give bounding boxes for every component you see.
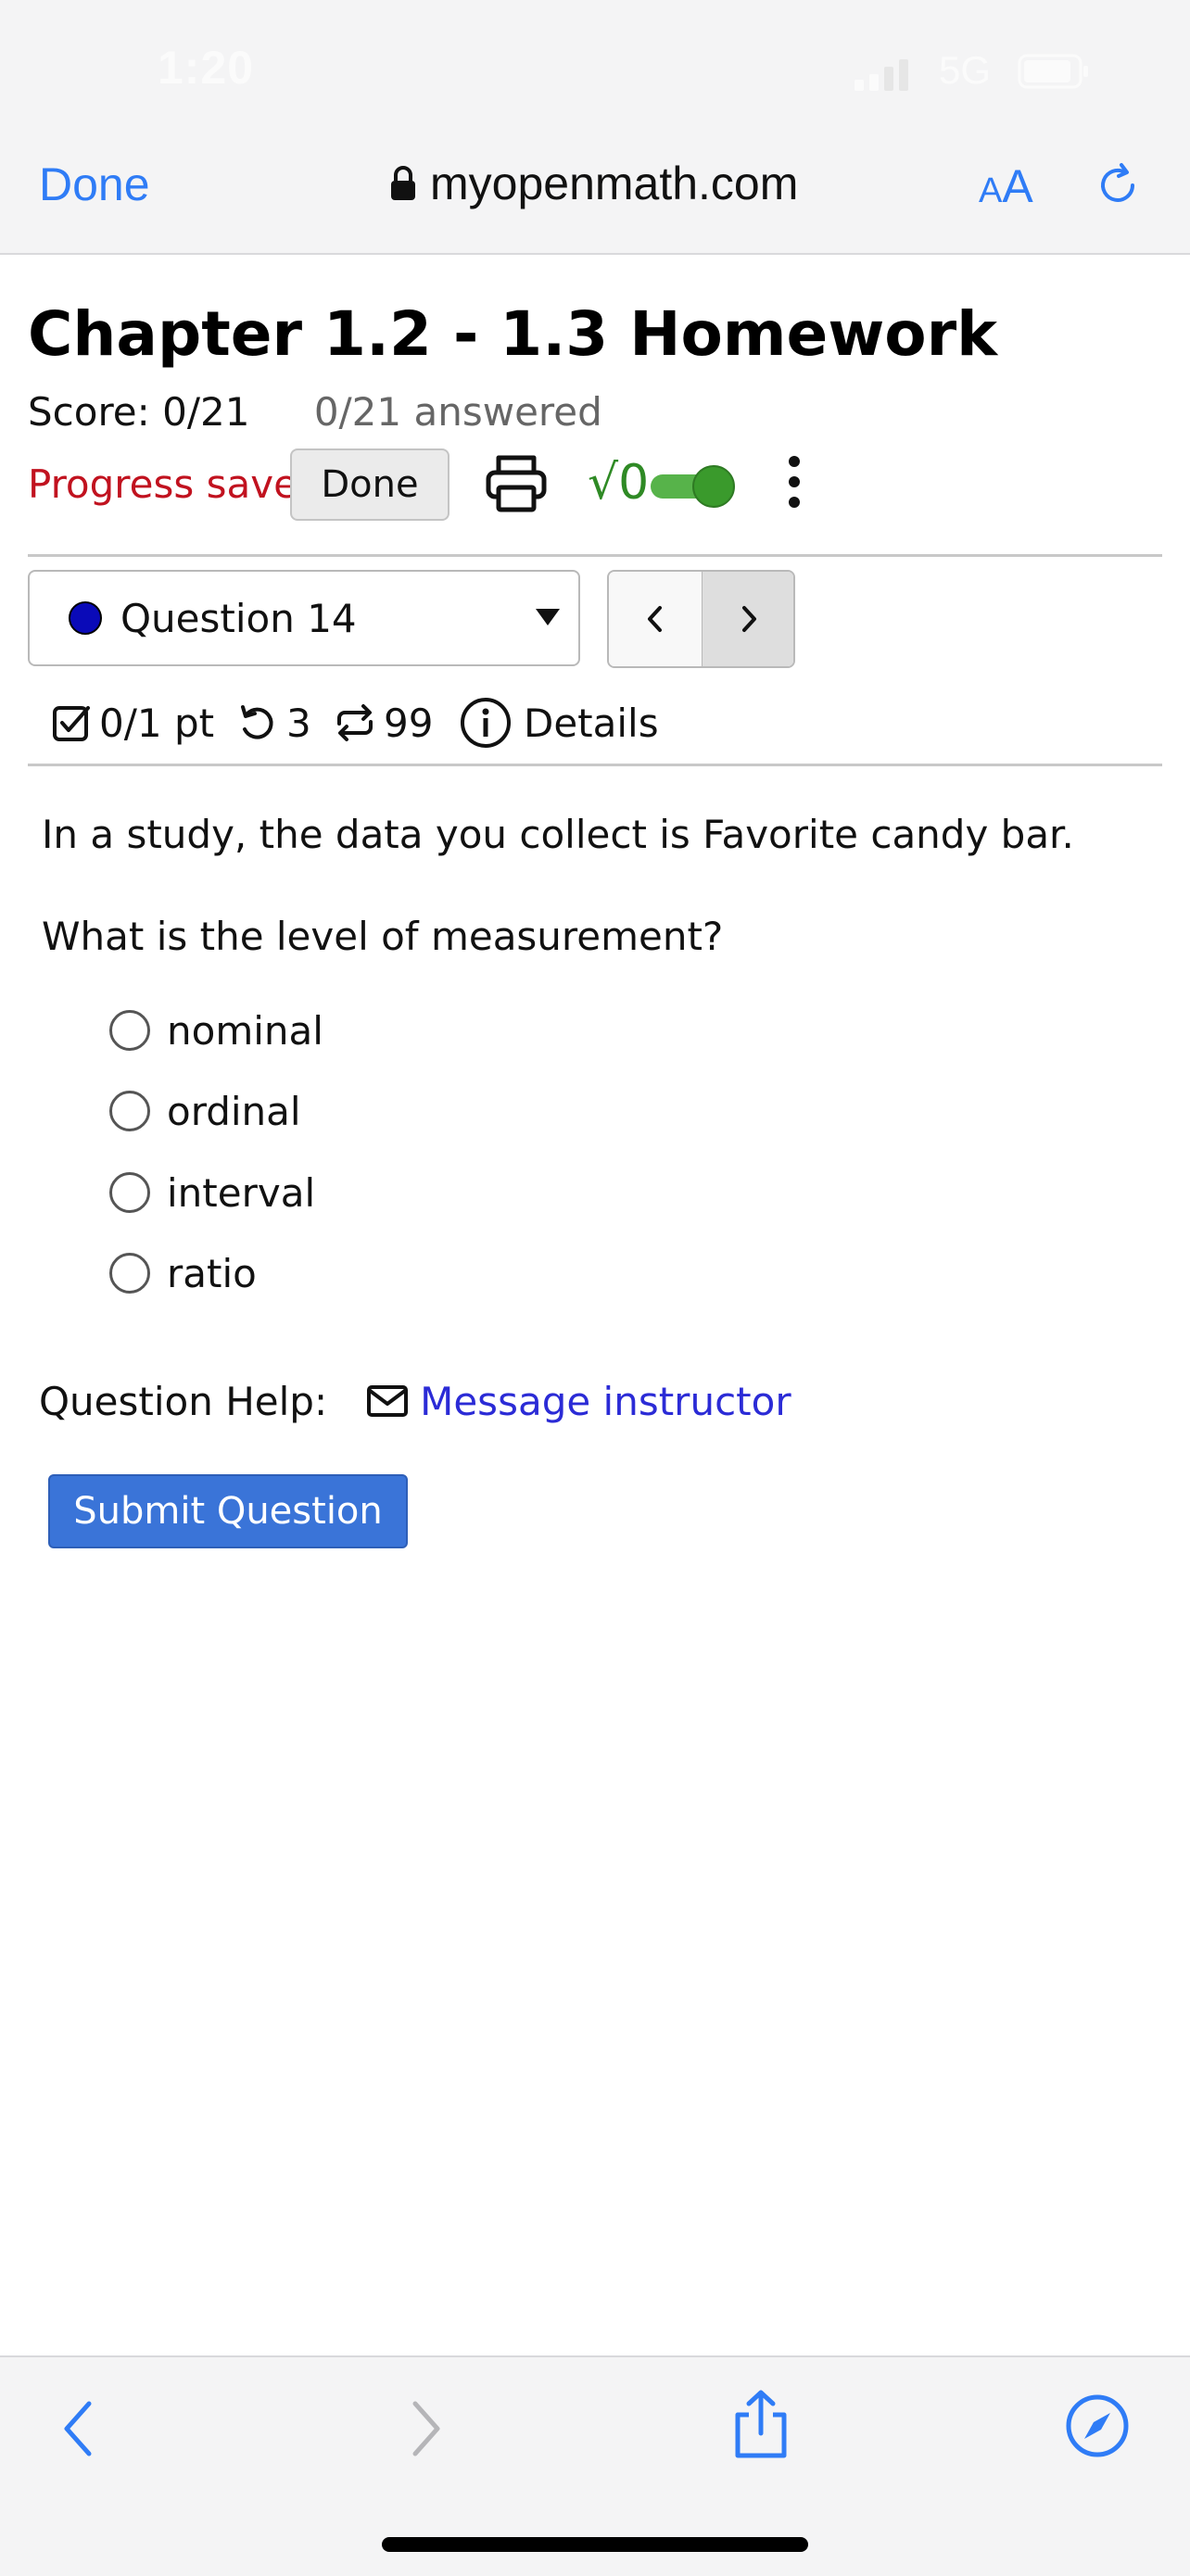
url-text: myopenmath.com [430, 158, 799, 209]
divider [28, 764, 1162, 766]
question-help: Question Help: Message instructor [39, 1373, 791, 1429]
chevron-right-icon [742, 606, 756, 632]
radio-button[interactable] [109, 1010, 150, 1051]
mail-icon [367, 1385, 409, 1417]
choice-label: ordinal [167, 1088, 301, 1134]
assignment-title: Chapter 1.2 - 1.3 Homework [28, 298, 998, 370]
share-icon[interactable] [728, 2387, 793, 2461]
progress-row: Progress saved Done √0 [28, 447, 1177, 521]
attempts-item: 99 [334, 693, 433, 752]
signal-icon [855, 59, 908, 91]
retries-item: 3 [236, 693, 311, 752]
next-question-button[interactable] [703, 572, 793, 666]
message-instructor-link[interactable]: Message instructor [420, 1379, 791, 1424]
divider [28, 554, 1162, 557]
back-icon[interactable] [56, 2396, 102, 2461]
battery-icon [1018, 54, 1088, 89]
submit-question-button[interactable]: Submit Question [48, 1474, 408, 1548]
question-meta: 0/1 pt 3 99 Details [51, 693, 700, 752]
answered-count: 0/21 answered [313, 389, 602, 435]
radio-button[interactable] [109, 1172, 150, 1213]
assignment-done-button[interactable]: Done [290, 448, 449, 521]
question-nav [607, 570, 795, 668]
safari-address-bar: Done myopenmath.com AA [0, 139, 1190, 255]
url-field[interactable]: myopenmath.com [389, 156, 798, 211]
points-text: 0/1 pt [99, 700, 215, 746]
lock-icon [391, 166, 415, 200]
info-icon [461, 698, 511, 748]
choice-label: interval [167, 1169, 316, 1216]
print-icon[interactable] [484, 452, 549, 513]
choice-ratio[interactable]: ratio [109, 1245, 257, 1301]
choice-label: ratio [167, 1250, 257, 1296]
chevron-left-icon [648, 606, 662, 632]
retries-count: 3 [286, 700, 311, 746]
choice-interval[interactable]: interval [109, 1165, 315, 1220]
radio-button[interactable] [109, 1091, 150, 1131]
details-label: Details [524, 700, 659, 746]
math-toggle-glyph: √0 [588, 455, 649, 511]
text-size-button[interactable]: AA [979, 159, 1033, 213]
forward-icon[interactable] [402, 2396, 449, 2461]
score-text: Score: 0/21 [28, 389, 250, 435]
question-help-label: Question Help: [39, 1378, 328, 1424]
status-time: 1:20 [158, 42, 255, 94]
choice-label: nominal [167, 1007, 323, 1054]
details-button[interactable]: Details [459, 693, 659, 752]
retry-icon [241, 705, 273, 739]
question-select-label: Question 14 [120, 596, 357, 641]
score-row: Score: 0/21 0/21 answered [28, 389, 602, 435]
attempts-count: 99 [384, 700, 434, 746]
math-entry-toggle[interactable]: √0 [586, 450, 762, 517]
question-text: In a study, the data you collect is Favo… [42, 812, 1074, 857]
status-bar: 1:20 5G [0, 0, 1190, 139]
network-label: 5G [939, 48, 992, 92]
aa-big-glyph: A [1002, 160, 1033, 212]
home-indicator [382, 2537, 808, 2552]
radio-button[interactable] [109, 1253, 150, 1294]
checkbox-icon [53, 706, 90, 741]
safari-done-button[interactable]: Done [39, 158, 150, 211]
aa-small-glyph: A [979, 171, 1003, 210]
question-select[interactable]: Question 14 [28, 570, 580, 666]
progress-saved-status: Progress saved [28, 461, 323, 507]
kebab-icon[interactable] [780, 450, 808, 515]
caret-down-icon [536, 609, 560, 625]
attempts-icon [337, 704, 373, 741]
choice-nominal[interactable]: nominal [109, 1003, 323, 1058]
prev-question-button[interactable] [609, 572, 703, 666]
question-status-dot [69, 601, 102, 635]
reload-icon[interactable] [1090, 158, 1146, 213]
question-prompt: What is the level of measurement? [42, 914, 724, 959]
points-item: 0/1 pt [51, 693, 214, 752]
choice-ordinal[interactable]: ordinal [109, 1083, 301, 1139]
compass-icon[interactable] [1064, 2393, 1131, 2459]
